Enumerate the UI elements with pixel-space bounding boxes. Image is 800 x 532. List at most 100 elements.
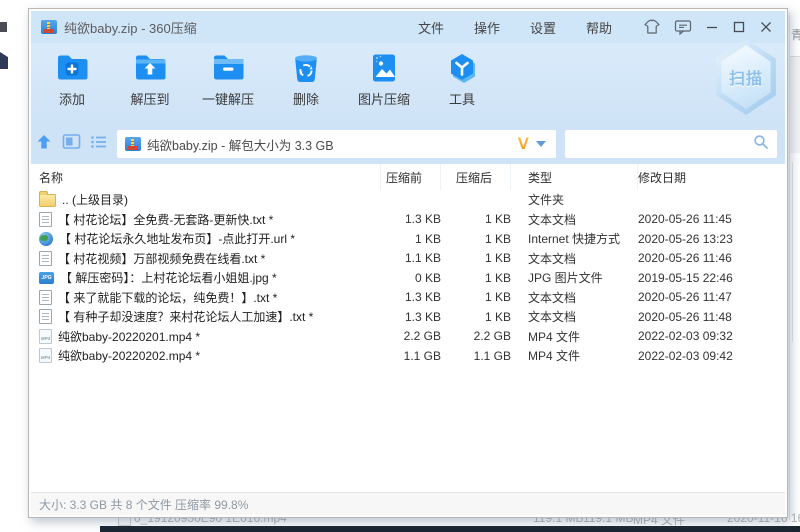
scan-shield-badge[interactable]: 扫描	[712, 39, 780, 115]
status-bar: 大小: 3.3 GB 共 8 个文件 压缩率 99.8%	[31, 492, 785, 515]
column-headers: 名称 压缩前 压缩后 类型 修改日期	[31, 164, 785, 190]
tool-label: 解压到	[130, 89, 169, 108]
size-after: 2.2 GB	[441, 329, 511, 343]
size-before: 0 KB	[381, 271, 441, 285]
table-row-parent-dir[interactable]: .. (上级目录) 文件夹	[31, 190, 785, 210]
file-date: 2022-02-03 09:32	[638, 329, 785, 343]
maximize-button[interactable]	[732, 20, 746, 34]
file-name: .. (上级目录)	[62, 191, 128, 208]
one-click-extract-button[interactable]: 一键解压	[189, 50, 267, 108]
size-after: 1 KB	[441, 251, 511, 265]
file-name: 【 来了就能下载的论坛，纯免费！】.txt *	[58, 289, 277, 306]
table-row[interactable]: 【 解压密码】：上村花论坛看小姐姐.jpg * 0 KB 1 KB JPG 图片…	[31, 268, 785, 288]
window-title: 纯欲baby.zip - 360压缩	[64, 18, 197, 37]
table-row[interactable]: 【 有种子却没速度？来村花论坛人工加速】.txt * 1.3 KB 1 KB 文…	[31, 307, 785, 327]
feedback-icon[interactable]	[674, 19, 692, 35]
txt-file-icon	[39, 251, 52, 266]
background-taskbar-strip	[100, 526, 800, 532]
address-bar: 纯欲baby.zip - 解包大小为 3.3 GB V	[31, 124, 785, 164]
background-window-edge: 青	[789, 12, 800, 520]
folder-icon	[39, 194, 56, 207]
menu-help[interactable]: 帮助	[571, 13, 627, 42]
column-header-type[interactable]: 类型	[511, 164, 638, 190]
file-type: 文本文档	[511, 211, 638, 228]
folder-add-icon	[54, 50, 90, 86]
add-button[interactable]: 添加	[33, 50, 111, 108]
background-window-fragment	[0, 22, 7, 32]
table-row[interactable]: 纯欲baby-20220201.mp4 * 2.2 GB 2.2 GB MP4 …	[31, 327, 785, 347]
trash-recycle-icon	[288, 50, 324, 86]
file-name: 【 解压密码】：上村花论坛看小姐姐.jpg *	[60, 269, 277, 286]
zip-archive-icon	[41, 20, 57, 34]
search-input[interactable]	[573, 136, 753, 152]
file-type: MP4 文件	[511, 328, 638, 345]
v-logo-icon: V	[518, 134, 529, 154]
image-compress-button[interactable]: 图片压缩	[345, 50, 423, 108]
file-date: 2019-05-15 22:46	[638, 271, 785, 285]
column-header-name[interactable]: 名称	[31, 164, 381, 190]
file-type: 文本文档	[511, 308, 638, 325]
menu-settings[interactable]: 设置	[515, 13, 571, 42]
tools-button[interactable]: 工具	[423, 50, 501, 108]
table-row[interactable]: 【 来了就能下载的论坛，纯免费！】.txt * 1.3 KB 1 KB 文本文档…	[31, 288, 785, 308]
table-row[interactable]: 【 村花论坛永久地址发布页】-点此打开.url * 1 KB 1 KB Inte…	[31, 229, 785, 249]
tool-label: 一键解压	[202, 89, 254, 108]
app-window: 纯欲baby.zip - 360压缩 文件 操作 设置 帮助 添加 解压到 一键…	[28, 8, 788, 518]
jpg-file-icon	[39, 272, 54, 284]
tools-hexagon-icon	[444, 50, 480, 86]
file-name: 【 村花论坛】全免费-无套路-更新快.txt *	[58, 211, 273, 228]
minimize-button[interactable]	[705, 20, 719, 34]
address-input[interactable]: 纯欲baby.zip - 解包大小为 3.3 GB V	[117, 130, 556, 158]
file-name: 纯欲baby-20220202.mp4 *	[58, 347, 200, 364]
divider	[792, 162, 793, 342]
file-type: Internet 快捷方式	[511, 230, 638, 247]
tool-label: 添加	[59, 89, 85, 108]
toolbar: 添加 解压到 一键解压 删除 图片压缩 工具 扫描	[31, 43, 785, 124]
search-icon[interactable]	[753, 134, 769, 155]
txt-file-icon	[39, 290, 52, 305]
skin-theme-icon[interactable]	[643, 19, 661, 35]
menu-operation[interactable]: 操作	[459, 13, 515, 42]
table-row[interactable]: 【 村花论坛】全免费-无套路-更新快.txt * 1.3 KB 1 KB 文本文…	[31, 210, 785, 230]
file-date: 2020-05-26 11:48	[638, 310, 785, 324]
folder-extract-icon	[132, 50, 168, 86]
size-after: 1 KB	[441, 212, 511, 226]
size-before: 1 KB	[381, 232, 441, 246]
up-arrow-icon[interactable]	[35, 133, 53, 156]
tool-label: 图片压缩	[358, 89, 410, 108]
globe-icon	[39, 232, 53, 246]
search-box[interactable]	[565, 130, 777, 158]
titlebar: 纯欲baby.zip - 360压缩 文件 操作 设置 帮助	[31, 11, 785, 43]
file-type: 文件夹	[511, 191, 638, 208]
size-before: 1.3 KB	[381, 290, 441, 304]
file-name: 纯欲baby-20220201.mp4 *	[58, 328, 200, 345]
list-view-icon[interactable]	[90, 134, 108, 155]
column-header-date[interactable]: 修改日期	[638, 164, 785, 190]
status-text: 大小: 3.3 GB 共 8 个文件 压缩率 99.8%	[39, 496, 248, 513]
file-type: 文本文档	[511, 250, 638, 267]
menu-file[interactable]: 文件	[403, 13, 459, 42]
size-before: 1.1 GB	[381, 349, 441, 363]
file-name: 【 村花视频】万部视频免费在线看.txt *	[58, 250, 265, 267]
version-dropdown[interactable]: V	[518, 134, 548, 154]
column-header-size-after[interactable]: 压缩后	[441, 164, 511, 190]
delete-button[interactable]: 删除	[267, 50, 345, 108]
preview-pane-icon[interactable]	[62, 133, 81, 155]
size-before: 1.3 KB	[381, 212, 441, 226]
extract-to-button[interactable]: 解压到	[111, 50, 189, 108]
txt-file-icon	[39, 212, 52, 227]
size-after: 1.1 GB	[441, 349, 511, 363]
file-date: 2022-02-03 09:42	[638, 349, 785, 363]
column-header-size-before[interactable]: 压缩前	[381, 164, 441, 190]
mp4-file-icon	[39, 348, 52, 363]
size-after: 1 KB	[441, 232, 511, 246]
table-row[interactable]: 【 村花视频】万部视频免费在线看.txt * 1.1 KB 1 KB 文本文档 …	[31, 249, 785, 269]
image-compress-icon	[366, 50, 402, 86]
background-window-text: 青	[791, 26, 800, 43]
file-type: 文本文档	[511, 289, 638, 306]
size-after: 1 KB	[441, 290, 511, 304]
size-before: 1.1 KB	[381, 251, 441, 265]
size-before: 1.3 KB	[381, 310, 441, 324]
close-button[interactable]	[759, 20, 773, 34]
table-row[interactable]: 纯欲baby-20220202.mp4 * 1.1 GB 1.1 GB MP4 …	[31, 346, 785, 366]
